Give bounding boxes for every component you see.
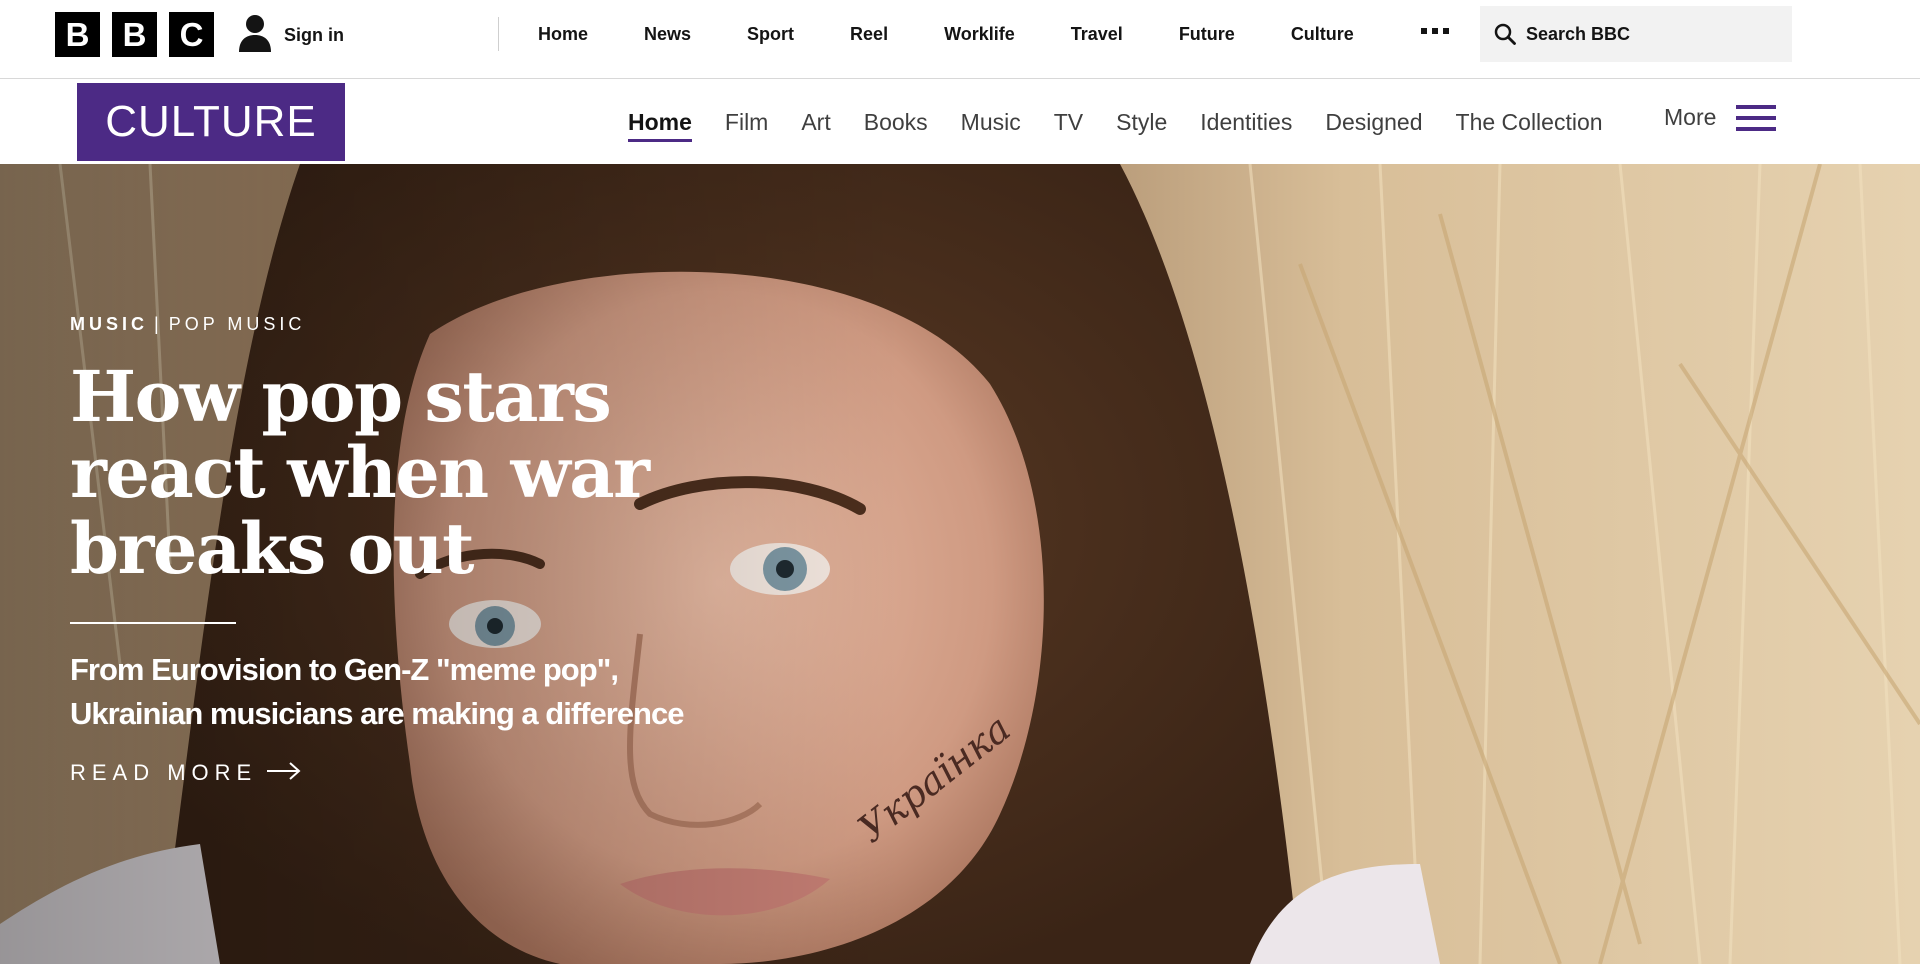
nav-item-home[interactable]: Home [510,24,616,45]
culture-nav-item-art[interactable]: Art [801,109,830,136]
kicker-subsection[interactable]: POP MUSIC [169,314,306,334]
search-placeholder: Search BBC [1526,23,1631,44]
culture-section-header: CULTURE Home Film Art Books Music TV Sty… [0,80,1920,164]
article-kicker: MUSIC | POP MUSIC [70,314,305,335]
sign-in-button[interactable]: Sign in [238,14,344,57]
culture-nav-item-tv[interactable]: TV [1054,109,1083,136]
nav-item-news[interactable]: News [616,24,719,45]
bbc-logo-block: B [55,12,100,57]
nav-item-culture[interactable]: Culture [1263,24,1382,45]
search-icon [1494,23,1516,45]
hero-feature: Українка MUSIC | POP MUSIC How pop stars r… [0,164,1920,964]
ellipsis-icon [1443,28,1449,34]
user-icon [238,14,272,57]
bbc-primary-nav: Home News Sport Reel Worklife Travel Fut… [510,0,1382,68]
hamburger-menu-icon [1736,104,1777,131]
ellipsis-icon [1432,28,1438,34]
headline-divider [70,622,236,624]
nav-item-future[interactable]: Future [1151,24,1263,45]
nav-item-reel[interactable]: Reel [822,24,916,45]
header-divider [498,17,499,51]
culture-nav-item-designed[interactable]: Designed [1325,109,1422,136]
nav-item-travel[interactable]: Travel [1043,24,1151,45]
arrow-right-icon [267,761,301,785]
more-nav-button[interactable] [1417,24,1453,38]
kicker-section[interactable]: MUSIC [70,314,148,334]
culture-nav-item-film[interactable]: Film [725,109,768,136]
article-standfirst[interactable]: From Eurovision to Gen-Z "meme pop", Ukr… [70,648,710,736]
bbc-logo-block: C [169,12,214,57]
bbc-logo[interactable]: B B C [55,12,214,57]
read-more-label: READ MORE [70,760,258,785]
culture-nav-item-home[interactable]: Home [628,109,692,142]
more-menu-button[interactable]: More [1664,104,1777,131]
article-headline[interactable]: How pop stars react when war breaks out [70,359,670,587]
culture-logo[interactable]: CULTURE [77,83,345,161]
culture-nav-item-style[interactable]: Style [1116,109,1167,136]
search-input[interactable]: Search BBC [1480,6,1792,62]
culture-nav-item-music[interactable]: Music [961,109,1021,136]
nav-item-sport[interactable]: Sport [719,24,822,45]
kicker-separator: | [154,314,163,334]
culture-nav-item-books[interactable]: Books [864,109,928,136]
culture-nav-item-identities[interactable]: Identities [1200,109,1292,136]
sign-in-label: Sign in [284,25,344,45]
bbc-logo-block: B [112,12,157,57]
culture-nav-item-the-collection[interactable]: The Collection [1456,109,1603,136]
bbc-global-header: B B C Sign in Home News Sport Reel Workl… [0,0,1920,79]
culture-nav: Home Film Art Books Music TV Style Ident… [628,80,1636,164]
ellipsis-icon [1421,28,1427,34]
more-menu-label: More [1664,104,1717,130]
read-more-link[interactable]: READ MORE [70,760,301,786]
nav-item-worklife[interactable]: Worklife [916,24,1043,45]
